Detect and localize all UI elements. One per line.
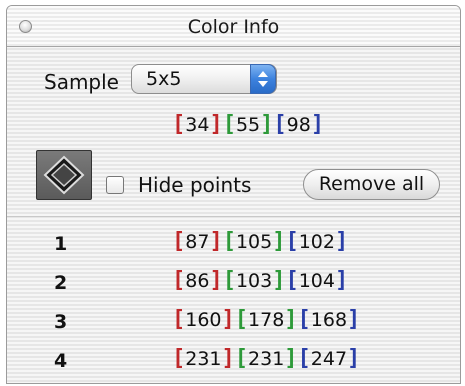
current-color-values: [34][55][98]	[172, 112, 324, 137]
point-blue-value: 247	[310, 348, 348, 370]
blue-bracket-close: ]	[347, 307, 361, 332]
point-row: [86][103][104]	[172, 268, 348, 293]
blue-bracket-open: [	[297, 346, 311, 371]
window-title: Color Info	[187, 16, 280, 38]
sample-label: Sample	[44, 70, 119, 94]
green-bracket-close: ]	[260, 112, 274, 137]
current-blue-value: 98	[286, 114, 311, 136]
point-index: 2	[54, 272, 68, 294]
green-bracket-open: [	[222, 112, 236, 137]
point-red-value: 86	[185, 270, 210, 292]
hide-points-checkbox[interactable]	[106, 176, 124, 194]
green-bracket-close: ]	[284, 346, 298, 371]
point-blue-value: 168	[310, 309, 348, 331]
sample-size-value: 5x5	[146, 68, 182, 90]
remove-all-button[interactable]: Remove all	[303, 169, 440, 200]
blue-bracket-close: ]	[310, 112, 325, 137]
title-bar: Color Info	[7, 6, 460, 47]
blue-bracket-open: [	[297, 307, 311, 332]
point-red-value: 87	[185, 231, 210, 253]
point-index: 4	[54, 350, 68, 372]
green-bracket-open: [	[234, 346, 249, 371]
red-bracket-open: [	[172, 346, 186, 371]
current-green-value: 55	[235, 114, 261, 136]
blue-bracket-open: [	[285, 268, 299, 293]
sampler-tool-button[interactable]	[36, 150, 92, 200]
point-row: [160][178][168]	[172, 307, 360, 332]
red-bracket-open: [	[172, 112, 186, 137]
up-down-arrows-icon	[250, 64, 276, 94]
red-bracket-close: ]	[221, 307, 235, 332]
divider	[7, 216, 460, 217]
point-index: 3	[54, 311, 68, 333]
green-bracket-close: ]	[284, 307, 298, 332]
blue-bracket-close: ]	[334, 268, 349, 293]
red-bracket-close: ]	[209, 229, 223, 254]
point-index: 1	[54, 233, 68, 255]
point-green-value: 178	[248, 309, 285, 331]
point-green-value: 103	[235, 270, 273, 292]
diamond-target-icon	[43, 155, 85, 195]
green-bracket-close: ]	[272, 268, 286, 293]
color-info-window: Color Info Sample 5x5 [34][55][98] Hide …	[6, 5, 461, 384]
red-bracket-open: [	[172, 268, 186, 293]
point-red-value: 231	[185, 348, 222, 370]
blue-bracket-open: [	[273, 112, 287, 137]
point-green-value: 105	[235, 231, 273, 253]
point-red-value: 160	[185, 309, 222, 331]
red-bracket-close: ]	[221, 346, 235, 371]
green-bracket-open: [	[222, 268, 236, 293]
green-bracket-open: [	[222, 229, 236, 254]
blue-bracket-close: ]	[334, 229, 349, 254]
point-blue-value: 102	[298, 231, 335, 253]
blue-bracket-close: ]	[347, 346, 361, 371]
point-row: [87][105][102]	[172, 229, 348, 254]
point-row: [231][231][247]	[172, 346, 360, 371]
green-bracket-open: [	[234, 307, 249, 332]
green-bracket-close: ]	[272, 229, 286, 254]
point-blue-value: 104	[298, 270, 335, 292]
point-green-value: 231	[248, 348, 285, 370]
hide-points-label: Hide points	[138, 173, 252, 197]
red-bracket-close: ]	[209, 268, 223, 293]
red-bracket-open: [	[172, 229, 186, 254]
current-red-value: 34	[185, 114, 210, 136]
red-bracket-open: [	[172, 307, 186, 332]
red-bracket-close: ]	[209, 112, 223, 137]
blue-bracket-open: [	[285, 229, 299, 254]
sample-size-popup[interactable]: 5x5	[131, 64, 277, 94]
